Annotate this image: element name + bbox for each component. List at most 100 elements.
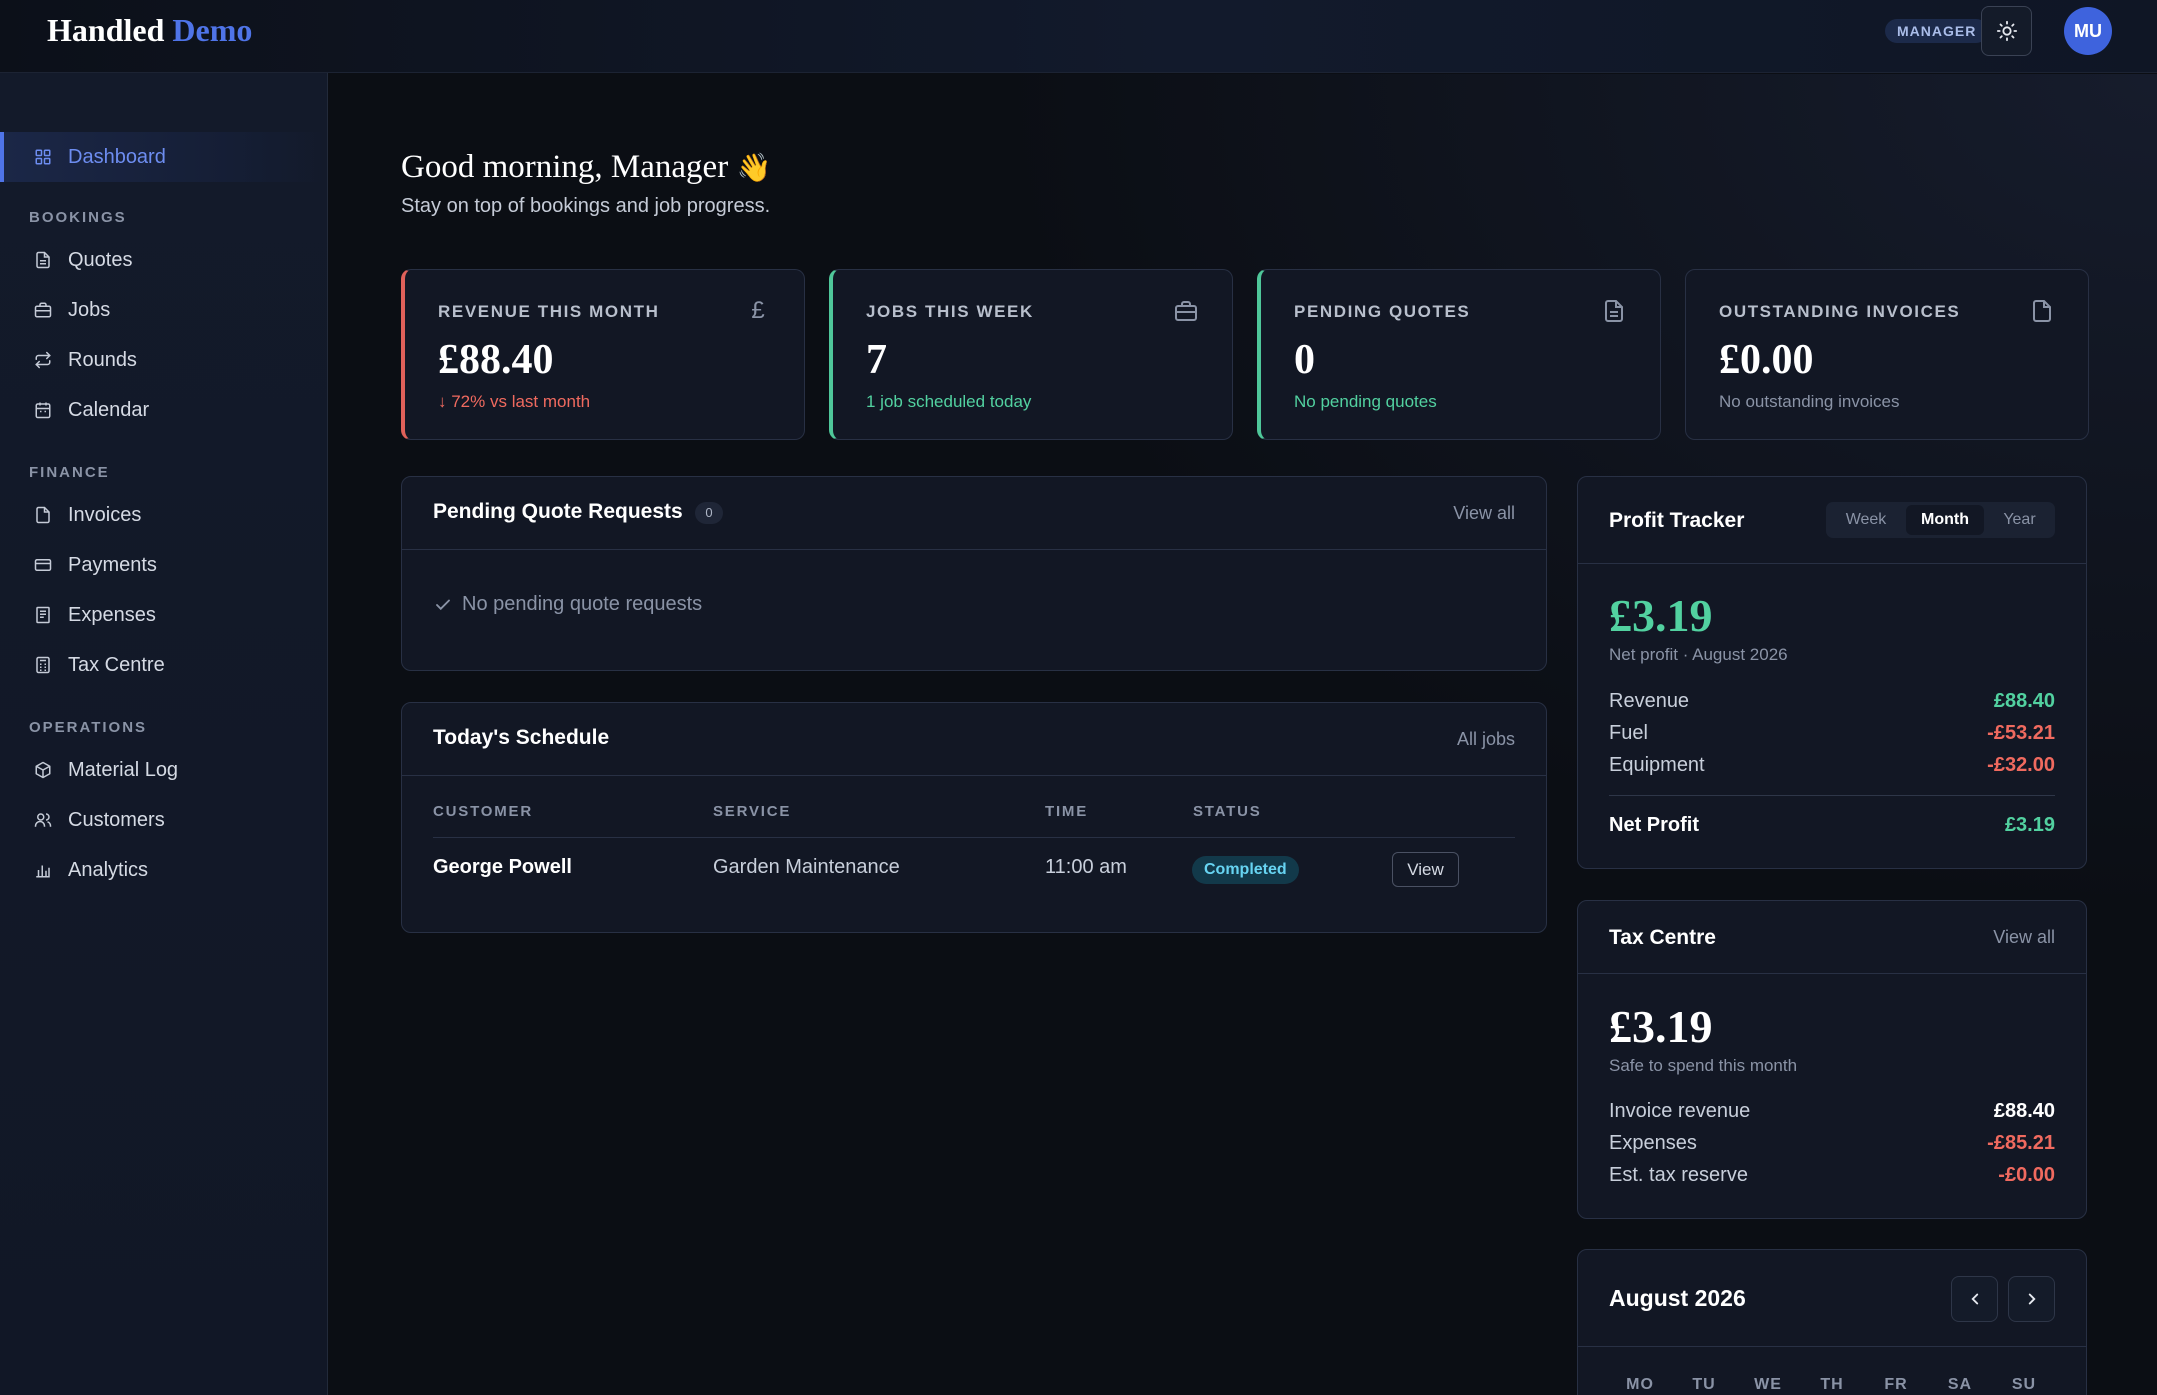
schedule-card: Today's Schedule All jobs [401,702,1547,933]
briefcase-icon [33,300,53,320]
count-badge: 0 [695,502,723,524]
sidebar-item-material-log[interactable]: Material Log [0,745,328,795]
greeting-text: Good morning, Manager [401,149,729,185]
stat-card-revenue[interactable]: REVENUE THIS MONTH £88.40 ↓ 72% vs last … [401,269,805,440]
sidebar-item-customers[interactable]: Customers [0,795,328,845]
column-header-status[interactable]: STATUS [1193,803,1262,820]
sidebar-item-expenses[interactable]: Expenses [0,590,328,640]
sidebar-item-label: Payments [68,553,157,576]
stat-card-outstanding-invoices[interactable]: OUTSTANDING INVOICES £0.00 No outstandin… [1685,269,2089,440]
file-icon [2033,300,2051,322]
status-badge: Completed [1192,856,1299,884]
user-avatar[interactable]: MU [2064,7,2112,55]
view-job-button[interactable]: View [1392,852,1459,887]
repeat-icon [33,350,53,370]
sun-icon [1996,20,2017,42]
calendar-icon [33,400,53,420]
sidebar-item-label: Jobs [68,298,111,321]
tax-row-value: £88.40 [1993,1100,2055,1122]
card-header: Today's Schedule All jobs [402,703,1546,776]
profit-row-value: -£32.00 [1987,754,2055,776]
top-bar: Handled Demo MANAGER MU [0,0,2157,73]
document-icon [1605,300,1623,322]
calculator-icon [33,655,53,675]
net-profit-caption: Net profit · August 2026 [1609,645,1788,664]
column-header-service[interactable]: SERVICE [713,803,791,820]
page-subtitle: Stay on top of bookings and job progress… [401,195,771,217]
sidebar-item-label: Invoices [68,503,142,526]
card-title: Today's Schedule [433,726,610,749]
stat-label: PENDING QUOTES [1294,302,1471,321]
profit-row-value: £88.40 [1993,690,2055,712]
sidebar-item-label: Analytics [68,858,149,881]
period-toggle: Week Month Year [1826,502,2055,538]
tab-month[interactable]: Month [1906,505,1984,535]
stat-sub: No outstanding invoices [1719,392,1900,411]
brand-accent: Demo [172,12,253,48]
sidebar-item-jobs[interactable]: Jobs [0,285,328,335]
nav-section-bookings: BOOKINGS [29,209,127,226]
sidebar-item-invoices[interactable]: Invoices [0,490,328,540]
sidebar-item-calendar[interactable]: Calendar [0,385,328,435]
check-icon [436,599,450,610]
tax-row-label: Invoice revenue [1609,1100,1751,1122]
safe-to-spend-caption: Safe to spend this month [1609,1056,1798,1075]
brand-logo[interactable]: Handled Demo [47,12,252,49]
column-header-customer[interactable]: CUSTOMER [433,803,533,820]
stat-value: £88.40 [438,337,554,383]
chevron-left-icon [1970,1293,1978,1305]
sidebar-item-dashboard[interactable]: Dashboard [0,132,328,182]
sidebar-item-label: Rounds [68,348,137,371]
nav-section-operations: OPERATIONS [29,719,148,736]
wave-emoji: 👋 [736,151,772,184]
previous-month-button[interactable] [1951,1276,1998,1322]
sidebar-item-label: Customers [68,808,165,831]
tab-week[interactable]: Week [1826,502,1906,538]
weekday-label: SU [2011,1376,2037,1393]
briefcase-icon [1175,301,1197,321]
stat-value: 7 [866,337,887,383]
view-all-link[interactable]: View all [1453,503,1515,524]
weekday-label: WE [1754,1376,1782,1393]
sidebar-item-quotes[interactable]: Quotes [0,235,328,285]
sidebar-item-payments[interactable]: Payments [0,540,328,590]
sidebar-item-label: Tax Centre [68,653,165,676]
net-profit-value: £3.19 [2004,814,2055,836]
stat-value: £0.00 [1719,337,1814,383]
column-header-time[interactable]: TIME [1045,803,1088,820]
card-title: Profit Tracker [1609,509,1745,532]
card-title: Pending Quote Requests [433,500,683,523]
profit-row-label: Fuel [1609,722,1648,744]
calendar-month-title: August 2026 [1609,1285,1746,1311]
grid-icon [33,147,53,167]
weekday-label: FR [1884,1376,1908,1393]
sidebar-item-rounds[interactable]: Rounds [0,335,328,385]
divider [1609,795,2055,796]
tax-view-all-link[interactable]: View all [1993,927,2055,948]
table-divider [433,837,1515,838]
stat-card-jobs[interactable]: JOBS THIS WEEK 7 1 job scheduled today [829,269,1233,440]
stat-card-pending-quotes[interactable]: PENDING QUOTES 0 No pending quotes [1257,269,1661,440]
pound-icon: £ [751,297,765,324]
calendar-card: August 2026 [1577,1249,2087,1395]
nav-section-finance: FINANCE [29,464,110,481]
bar-chart-icon [33,860,53,880]
chevron-right-icon [2028,1293,2036,1305]
stat-sub: ↓ 72% vs last month [438,392,591,411]
profit-row-label: Revenue [1609,690,1690,712]
safe-to-spend-amount: £3.19 [1609,1001,1713,1052]
sidebar-item-tax-centre[interactable]: Tax Centre [0,640,328,690]
all-jobs-link[interactable]: All jobs [1457,729,1515,750]
weekday-label: MO [1626,1376,1654,1393]
net-profit-amount: £3.19 [1609,590,1713,641]
theme-toggle-button[interactable] [1981,6,2032,56]
next-month-button[interactable] [2008,1276,2055,1322]
empty-state: No pending quote requests [434,593,702,616]
role-badge: MANAGER [1885,19,1989,43]
stat-label: REVENUE THIS MONTH [438,302,660,321]
sidebar-item-analytics[interactable]: Analytics [0,845,328,895]
card-header: Pending Quote Requests 0 View all [402,477,1546,550]
tab-year[interactable]: Year [1984,502,2055,538]
sidebar-item-label: Material Log [68,758,179,781]
box-icon [33,760,53,780]
